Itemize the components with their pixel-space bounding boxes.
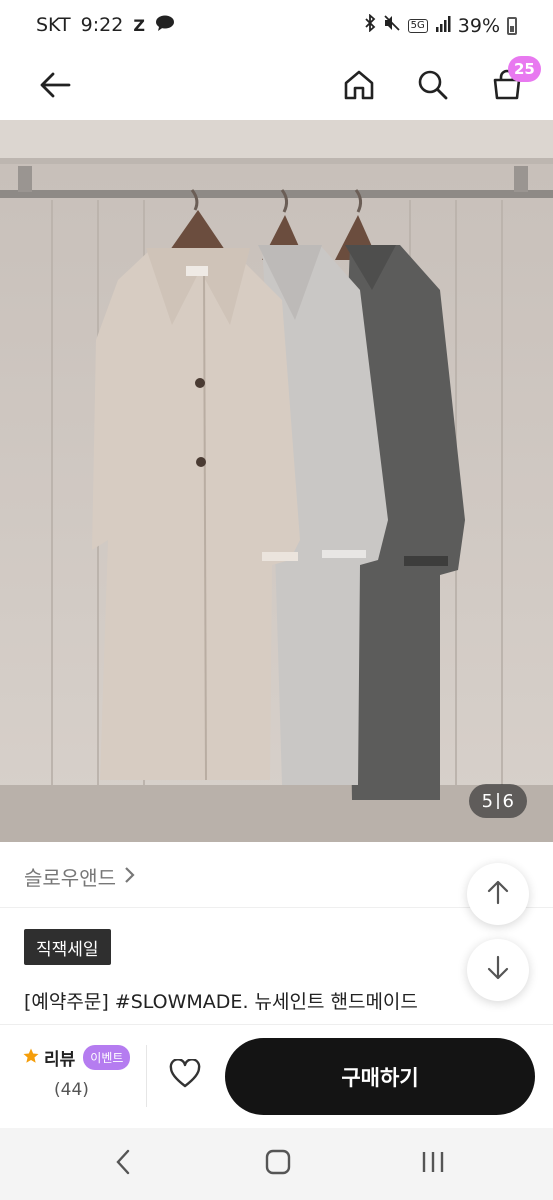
system-back-button[interactable] <box>93 1142 153 1186</box>
product-photo <box>0 120 553 842</box>
carrier-label: SKT <box>36 14 71 36</box>
z-app-icon: Z <box>133 15 145 35</box>
battery-icon <box>507 16 517 35</box>
review-label: 리뷰 <box>44 1050 76 1070</box>
nav-home-icon <box>265 1149 291 1179</box>
star-icon <box>22 1047 40 1069</box>
back-arrow-icon <box>39 71 71 103</box>
nav-recents-icon <box>420 1150 446 1178</box>
app-header: 25 <box>0 54 553 120</box>
cart-count-badge: 25 <box>508 56 541 82</box>
brand-link[interactable]: 슬로우앤드 <box>24 862 136 891</box>
search-button[interactable] <box>408 62 458 112</box>
divider <box>146 1045 147 1107</box>
review-button[interactable]: 리뷰 이벤트 (44) <box>22 1045 146 1100</box>
wishlist-button[interactable] <box>160 1051 210 1101</box>
buy-bar: 리뷰 이벤트 (44) 구매하기 <box>0 1024 553 1128</box>
mute-icon <box>383 14 401 37</box>
event-badge: 이벤트 <box>83 1045 131 1070</box>
system-recents-button[interactable] <box>403 1142 463 1186</box>
product-image-carousel[interactable]: 5 6 <box>0 120 553 842</box>
signal-icon <box>435 15 451 37</box>
bluetooth-icon <box>364 13 376 37</box>
back-button[interactable] <box>30 62 80 112</box>
scroll-top-button[interactable] <box>467 863 529 925</box>
search-icon <box>416 68 450 106</box>
system-home-button[interactable] <box>248 1142 308 1186</box>
battery-percent: 39% <box>457 14 500 37</box>
counter-divider <box>497 793 499 809</box>
review-count: (44) <box>54 1080 89 1100</box>
sale-badge: 직잭세일 <box>24 929 111 965</box>
network-type: 5G <box>407 18 428 33</box>
cart-button[interactable]: 25 <box>482 56 541 112</box>
status-bar: SKT 9:22 Z 5G 39% <box>0 0 553 54</box>
arrow-down-icon <box>486 955 510 985</box>
arrow-up-icon <box>486 879 510 909</box>
home-icon <box>342 68 376 106</box>
product-title: [예약주문] #SLOWMADE. 뉴세인트 핸드메이드 <box>24 991 418 1013</box>
buy-button[interactable]: 구매하기 <box>225 1038 535 1115</box>
image-counter: 5 6 <box>468 784 527 818</box>
clock: 9:22 <box>80 14 124 36</box>
chat-icon <box>155 15 175 35</box>
scroll-bottom-button[interactable] <box>467 939 529 1001</box>
heart-icon <box>169 1058 201 1093</box>
brand-name: 슬로우앤드 <box>24 866 116 890</box>
home-button[interactable] <box>334 62 384 112</box>
system-nav-bar <box>0 1128 553 1200</box>
chevron-right-icon <box>124 865 136 889</box>
nav-back-icon <box>115 1149 131 1179</box>
image-counter-total: 6 <box>502 790 514 812</box>
image-counter-current: 5 <box>481 790 494 812</box>
